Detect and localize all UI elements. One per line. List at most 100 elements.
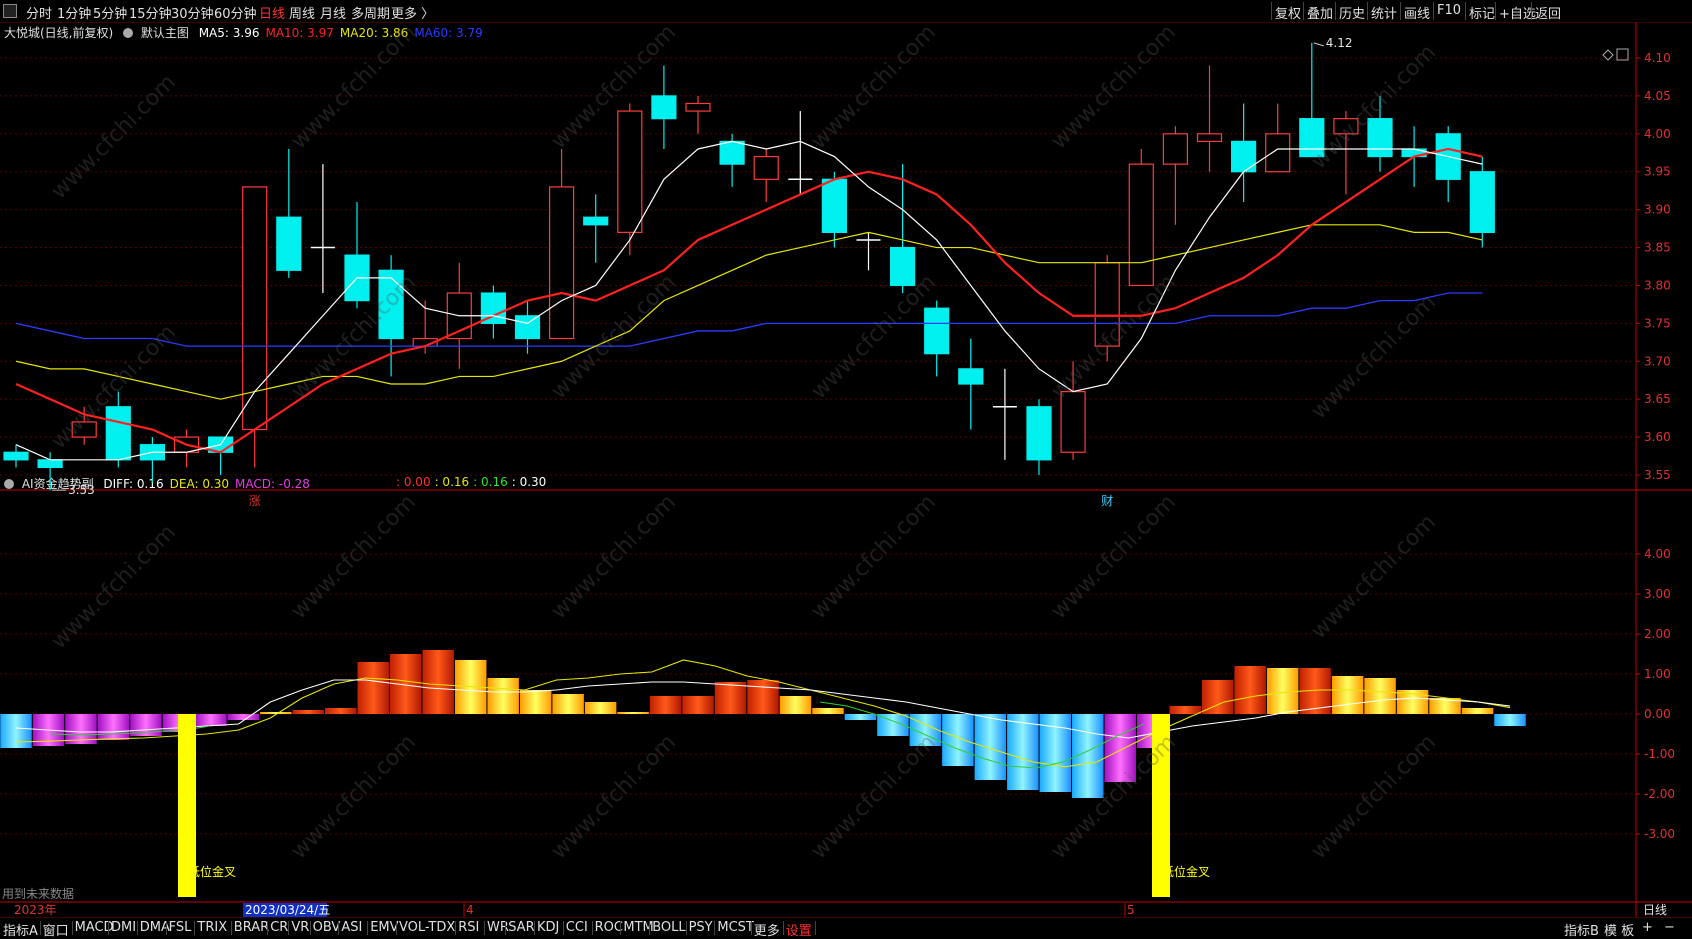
indicator-tab-6[interactable]: TRIX (197, 920, 227, 935)
macd-histogram-bar[interactable] (779, 696, 812, 714)
macd-histogram-bar[interactable] (552, 694, 584, 714)
macd-histogram-bar[interactable] (325, 708, 357, 714)
candle-body[interactable] (753, 155, 779, 180)
period-tab-7[interactable]: 周线 (289, 3, 315, 22)
period-tab-5[interactable]: 60分钟 (214, 3, 257, 22)
period-tab-3[interactable]: 15分钟 (129, 3, 172, 22)
kline-chart[interactable]: 4.10 4.05 4.00 3.95 3.90 3.85 3.80 3.75 3.70 3.65… (0, 22, 1692, 917)
candle-body[interactable] (583, 216, 609, 226)
macd-histogram-bar[interactable] (97, 714, 130, 740)
candle-body[interactable] (548, 186, 575, 340)
period-tab-1[interactable]: 1分钟 (57, 3, 91, 22)
indicator-tab-13[interactable]: VOL-TDX (399, 920, 455, 935)
macd-histogram-bar[interactable] (260, 712, 292, 714)
macd-histogram-bar[interactable] (487, 678, 519, 714)
period-tab-2[interactable]: 5分钟 (93, 3, 127, 22)
candle-body[interactable] (1026, 406, 1052, 461)
period-box-label[interactable]: 日线 (1643, 903, 1667, 917)
candle-body[interactable] (719, 140, 745, 165)
candle-body[interactable] (821, 178, 848, 233)
period-tab-6[interactable]: 日线 (259, 3, 285, 22)
indicator-tab-23[interactable]: MCST (717, 920, 754, 935)
macd-histogram-bar[interactable] (584, 702, 617, 714)
right-tab-0[interactable]: 指标B (1564, 920, 1599, 939)
indicator-tab-3[interactable]: DMI (111, 920, 136, 935)
indicator-tab-7[interactable]: BRAR (234, 920, 269, 935)
candle-body[interactable] (1265, 133, 1291, 173)
toolbar-btn-1[interactable]: 叠加 (1307, 3, 1333, 22)
macd-histogram-bar[interactable] (714, 682, 747, 714)
macd-histogram-bar[interactable] (1169, 706, 1201, 714)
toolbar-btn-4[interactable]: 画线 (1404, 3, 1430, 22)
macd-histogram-bar[interactable] (227, 714, 260, 720)
macd-histogram-bar[interactable] (0, 714, 32, 748)
macd-histogram-bar[interactable] (195, 714, 227, 726)
right-tab-1[interactable]: 模 板 (1604, 920, 1634, 939)
indicator-tab-14[interactable]: RSI (458, 920, 479, 935)
indicator-tab-24[interactable]: 更多 (754, 920, 780, 939)
macd-histogram-bar[interactable] (1364, 678, 1396, 714)
candle-body[interactable] (889, 246, 916, 287)
candle-body[interactable] (514, 315, 541, 340)
macd-histogram-bar[interactable] (747, 680, 779, 714)
indicator-tab-22[interactable]: PSY (689, 920, 713, 935)
menu-icon[interactable] (3, 4, 17, 18)
indicator-tab-11[interactable]: ASI (341, 920, 362, 935)
indicator-tab-12[interactable]: EMV (370, 920, 398, 935)
event-marker-1[interactable]: 财 (1101, 494, 1113, 508)
macd-histogram-bar[interactable] (1234, 666, 1266, 714)
candle-body[interactable] (1230, 140, 1257, 173)
candle-body[interactable] (685, 102, 711, 112)
right-tab-3[interactable]: − (1664, 920, 1675, 935)
indicator-tab-17[interactable]: KDJ (537, 920, 559, 935)
event-marker-0[interactable]: 涨 (249, 493, 261, 508)
candle-body[interactable] (276, 216, 302, 271)
right-tab-2[interactable]: + (1642, 920, 1653, 935)
candle-body[interactable] (1196, 133, 1223, 143)
macd-histogram-bar[interactable] (974, 714, 1007, 780)
toolbar-btn-8[interactable]: 返回 (1535, 3, 1561, 22)
candle-body[interactable] (105, 406, 131, 461)
toolbar-btn-6[interactable]: 标记 (1469, 3, 1495, 22)
macd-histogram-bar[interactable] (357, 662, 389, 714)
toolbar-btn-0[interactable]: 复权 (1275, 3, 1301, 22)
toolbar-btn-2[interactable]: 历史 (1339, 3, 1365, 22)
period-tab-10[interactable]: 更多 〉 (391, 3, 434, 22)
macd-histogram-bar[interactable] (1266, 668, 1299, 714)
indicator-tab-8[interactable]: CR (270, 920, 288, 935)
period-tab-8[interactable]: 月线 (320, 3, 346, 22)
indicator-tab-0[interactable]: 指标A (3, 920, 38, 939)
period-tab-0[interactable]: 分时 (26, 3, 52, 22)
macd-histogram-bar[interactable] (1007, 714, 1039, 790)
macd-histogram-bar[interactable] (1331, 676, 1364, 714)
indicator-tab-9[interactable]: VR (291, 920, 309, 935)
macd-histogram-bar[interactable] (812, 708, 844, 714)
macd-histogram-bar[interactable] (942, 714, 974, 766)
candle-body[interactable] (37, 459, 63, 469)
indicator-tab-21[interactable]: BOLL (652, 920, 685, 935)
candle-body[interactable] (1469, 171, 1495, 233)
indicator-tab-25[interactable]: 设置 (786, 920, 812, 939)
macd-histogram-bar[interactable] (422, 650, 454, 714)
indicator-tab-19[interactable]: ROC (595, 920, 623, 935)
macd-histogram-bar[interactable] (1461, 708, 1494, 714)
period-tab-9[interactable]: 多周期 (351, 3, 390, 22)
candle-body[interactable] (958, 368, 984, 385)
macd-histogram-bar[interactable] (1201, 680, 1234, 714)
candle-body[interactable] (924, 307, 950, 355)
candle-body[interactable] (1162, 133, 1189, 165)
indicator-tab-16[interactable]: SAR (508, 920, 534, 935)
macd-histogram-bar[interactable] (519, 690, 552, 714)
candle-body[interactable] (1128, 163, 1154, 287)
macd-histogram-bar[interactable] (649, 696, 682, 714)
macd-histogram-bar[interactable] (1494, 714, 1526, 726)
candle-body[interactable] (617, 110, 643, 233)
indicator-tab-10[interactable]: OBV (313, 920, 341, 935)
macd-histogram-bar[interactable] (617, 712, 649, 714)
indicator-tab-5[interactable]: FSL (169, 920, 192, 935)
toolbar-btn-5[interactable]: F10 (1437, 3, 1461, 18)
candle-body[interactable] (651, 95, 677, 120)
macd-histogram-bar[interactable] (292, 710, 325, 714)
toolbar-btn-3[interactable]: 统计 (1371, 3, 1397, 22)
macd-histogram-bar[interactable] (682, 696, 714, 714)
